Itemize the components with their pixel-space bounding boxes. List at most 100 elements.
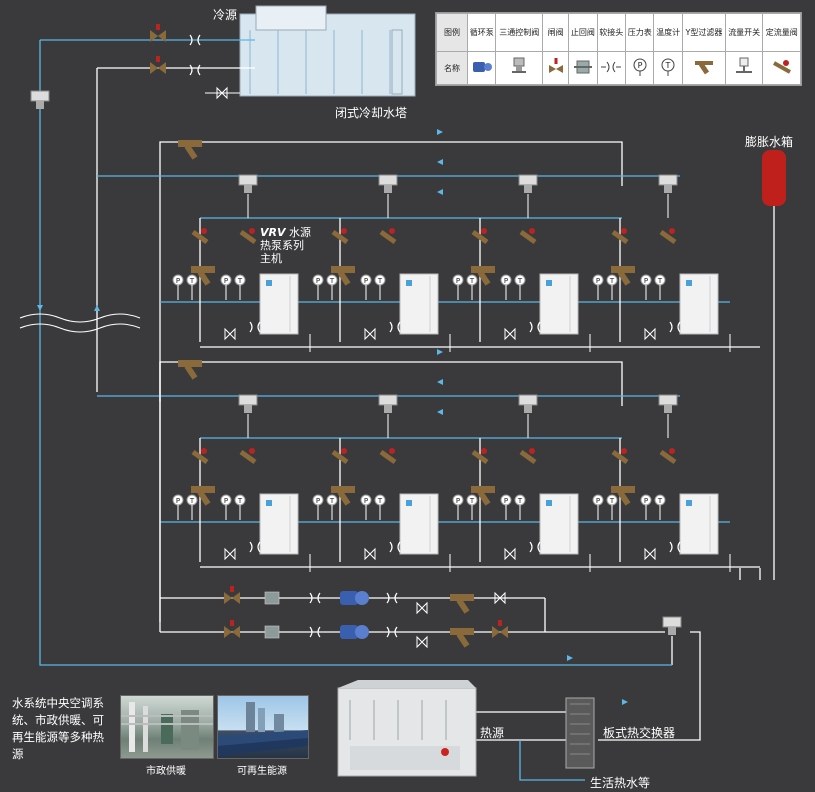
arrow-supply-right (567, 655, 573, 661)
plate-heat-exchanger (565, 697, 595, 769)
floor1-unit4-thermometer-2-letter: T (657, 277, 663, 285)
pump-line1-gate-valve-handle (230, 586, 234, 592)
floor2-unit2-thermometer-letter: T (329, 497, 335, 505)
heat-source-label: 热源 (480, 726, 505, 740)
floor1-unit1-vrv-host-logo (266, 280, 272, 286)
floor1-unit4-thermometer-letter: T (609, 277, 615, 285)
three-way-valve-icon (495, 51, 544, 85)
arrow-supply-down (37, 305, 43, 311)
floor1-unit3-pressure-gauge: P (452, 274, 464, 286)
floor1-unit2-flow-valve-2-cap (389, 228, 395, 234)
floor1-unit2-gate (364, 327, 376, 341)
floor1-arrow-3 (437, 189, 443, 195)
floor1-unit1-pressure-gauge-letter: P (176, 277, 180, 285)
floor2-main-strainer (178, 360, 202, 380)
vrv-line2: 热泵系列 (260, 239, 304, 252)
floor2-unit1-pressure-gauge: P (172, 494, 184, 506)
floor2-unit3-pressure-gauge-2: P (500, 494, 512, 506)
floor1-unit1-flex (249, 321, 261, 333)
floor1-unit1-constant-flow-valve-cap (201, 228, 207, 234)
floor2-unit1-vrv-host-logo (266, 500, 272, 506)
floor2-unit3-strainer-leg (477, 490, 491, 506)
tank-body (762, 150, 786, 206)
floor1-unit4-pressure-gauge: P (592, 274, 604, 286)
floor2-unit4-pressure-gauge-2-letter: P (644, 497, 648, 505)
floor2-unit3-thermometer-2-letter: T (517, 497, 523, 505)
floor2-unit2-thermometer-2: T (374, 494, 386, 506)
floor2-unit3-gate (504, 547, 516, 561)
floor2-unit3-pressure-gauge-2-letter: P (504, 497, 508, 505)
pump-line2-circulation-pump (340, 625, 369, 639)
floor2-unit1-vrv-host (259, 493, 299, 555)
floor2-unit2-gate (364, 547, 376, 561)
floor2-unit1-strainer-leg (197, 490, 211, 506)
floor2-unit3-three-way-valve-actuator (518, 394, 538, 406)
floor1-unit2-thermometer-2: T (374, 274, 386, 286)
floor1-unit2-pressure-gauge-2: P (360, 274, 372, 286)
floor1-unit2-vrv-host (399, 273, 439, 335)
vrv-line1: 水源 (289, 226, 311, 239)
floor2-unit4-flow-valve-2 (659, 448, 677, 465)
floor1-unit2-pressure-gauge-2-letter: P (364, 277, 368, 285)
floor1-unit1-thermometer-2: T (234, 274, 246, 286)
vrv-host-label: VRV 水源 热泵系列 主机 (260, 226, 311, 265)
tower-gate-valve-2-handle (156, 56, 160, 62)
pump-line1-gate-valve-body (224, 592, 240, 604)
floor2-unit3-thermometer-letter: T (469, 497, 475, 505)
legend-name-5: 压力表 (625, 13, 655, 52)
floor1-unit1-thermometer-letter: T (189, 277, 195, 285)
floor1-unit2-three-way-valve-body (384, 185, 392, 193)
floor1-unit3-pressure-gauge-2-letter: P (504, 277, 508, 285)
floor1-unit3-three-way-valve-actuator (518, 174, 538, 186)
tower-gate-valve-2-body (150, 62, 166, 74)
floor2-unit1-flex (249, 541, 261, 553)
pipe-main-supply-left (39, 40, 565, 666)
floor1-unit1-thermometer-2-letter: T (237, 277, 243, 285)
floor2-unit4-strainer-leg (617, 490, 631, 506)
floor1-unit4-pressure-gauge-letter: P (596, 277, 600, 285)
floor1-unit1-three-way-valve-body (244, 185, 252, 193)
pump-line2-gate-valve-handle (230, 620, 234, 626)
floor2-unit4-pressure-gauge-2: P (640, 494, 652, 506)
renewable-energy-photo (217, 695, 309, 759)
floor1-unit3-strainer-leg (477, 270, 491, 286)
floor1-unit1-pressure-gauge: P (172, 274, 184, 286)
pump-line2-gate-valve-2-body (492, 626, 508, 638)
floor2-unit1-constant-flow-valve-cap (201, 448, 207, 454)
floor1-unit3-vrv-host (539, 273, 579, 335)
floor1-unit4-three-way-valve-body (664, 185, 672, 193)
heat-source-note: 水系统中央空调系统、市政供暖、可再生能源等多种热源 (12, 696, 104, 761)
floor1-unit3-thermometer-2-letter: T (517, 277, 523, 285)
floor1-unit4-flex (669, 321, 681, 333)
expansion-tank (762, 150, 786, 206)
floor2-unit3-vrv-host (539, 493, 579, 555)
floor2-unit1-three-way-valve-body (244, 405, 252, 413)
constant-flow-valve-icon (762, 51, 801, 85)
pump-line2-gate-valve-2-handle (498, 620, 502, 626)
floor2-unit1-flow-valve-2-cap (249, 448, 255, 454)
floor2-unit2-flow-valve-2 (379, 448, 397, 465)
tower-gate-valve-2 (150, 56, 166, 74)
floor2-unit4-flex (669, 541, 681, 553)
closed-tower-label: 闭式冷却水塔 (335, 106, 408, 120)
floor2-unit2-constant-flow-valve-cap (341, 448, 347, 454)
floor2-unit1-thermometer-2: T (234, 494, 246, 506)
pump-line2-strainer (450, 628, 474, 648)
floor2-unit2-thermometer-2-letter: T (377, 497, 383, 505)
floor2-unit1-gate (224, 547, 236, 561)
floor1-unit2-vrv-host-logo (406, 280, 412, 286)
floor1-unit2-thermometer-2-letter: T (377, 277, 383, 285)
floor2-unit2-flow-valve-2-cap (389, 448, 395, 454)
check-valve-icon (568, 51, 598, 85)
floor2-unit4-three-way-valve-actuator (658, 394, 678, 406)
gate-valve-icon (542, 51, 570, 85)
closed-cooling-tower (239, 5, 416, 97)
floor1-unit4-three-way-valve (658, 174, 678, 193)
pump-line1-check-valve (264, 591, 280, 605)
floor1-unit3-thermometer-letter: T (469, 277, 475, 285)
floor1-unit4-vrv-host (679, 273, 719, 335)
pressure-gauge-icon: P (625, 51, 655, 85)
municipal-heating-caption: 市政供暖 (146, 766, 186, 777)
floor1-unit3-thermometer: T (466, 274, 478, 286)
floor1-unit3-flow-valve-2 (519, 228, 537, 245)
